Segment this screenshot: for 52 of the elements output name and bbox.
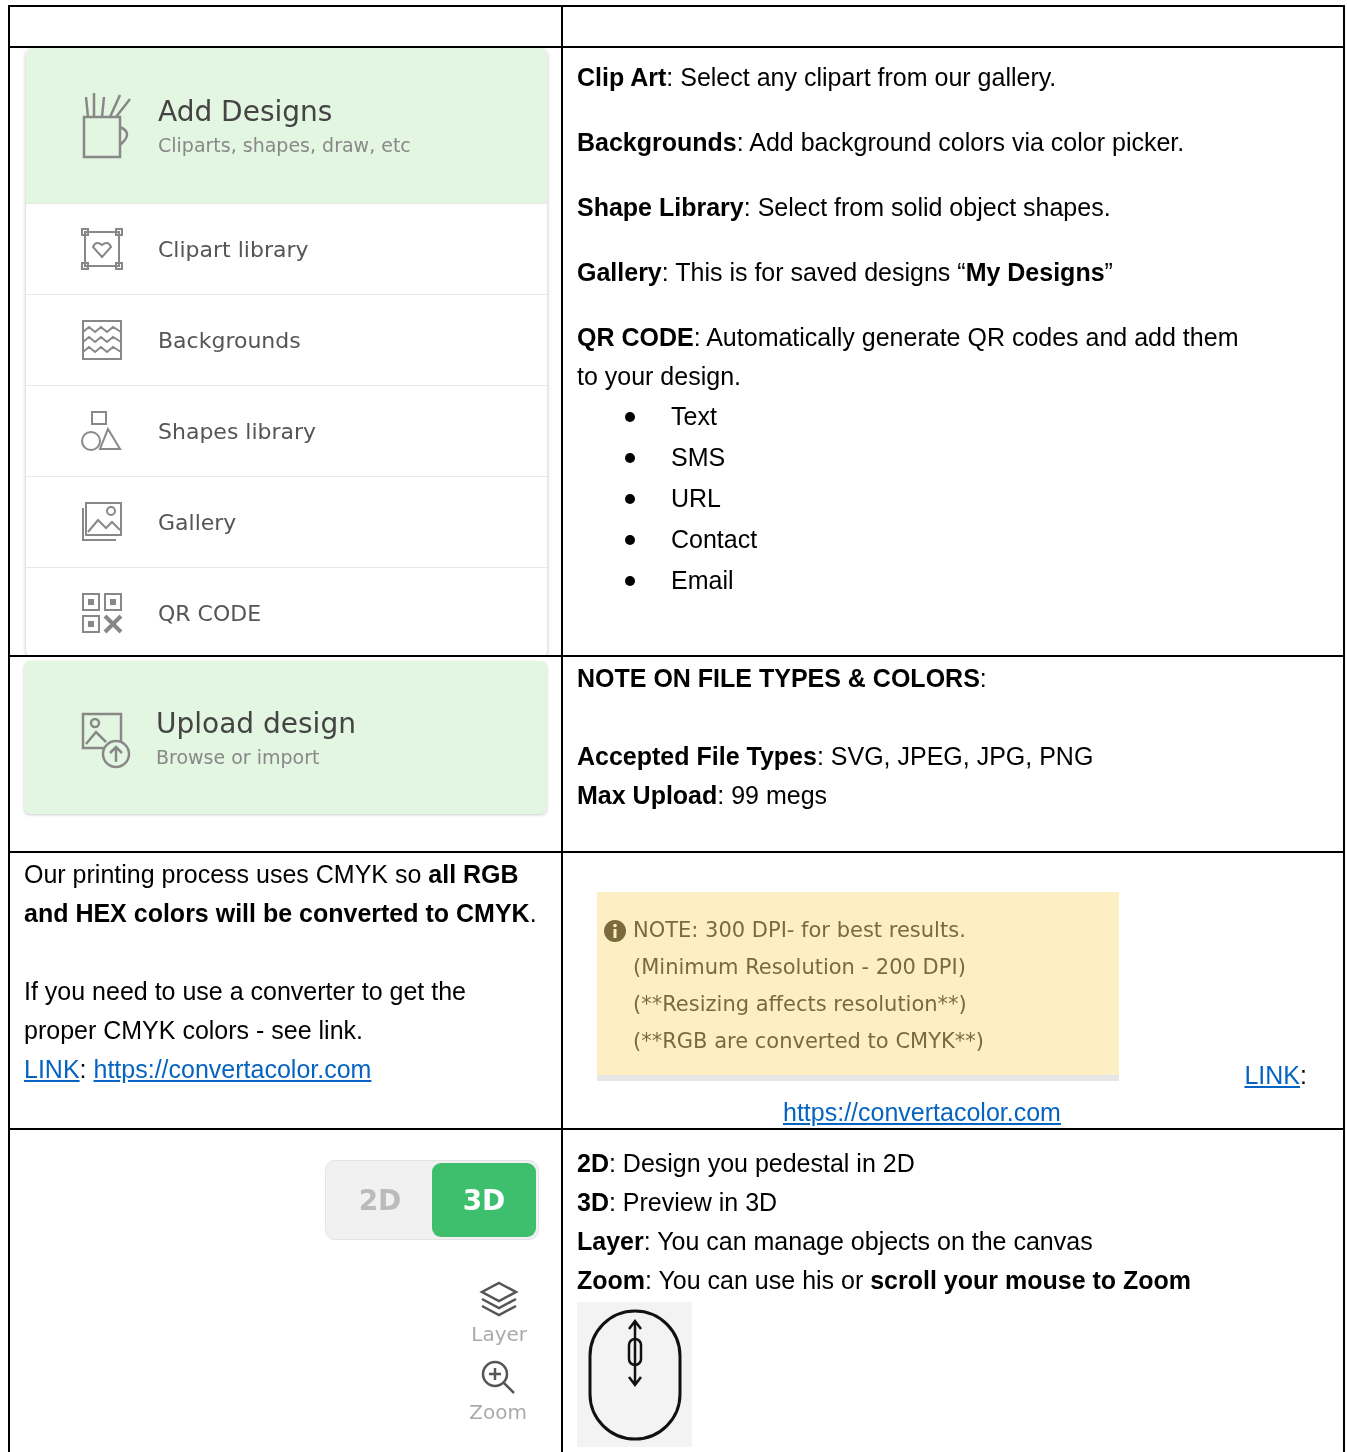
note-line: 2D: Design you pedestal in 2D — [577, 1148, 916, 1179]
url-link[interactable]: https://convertacolor.com — [783, 1098, 1061, 1126]
menu-item[interactable]: Backgrounds — [26, 294, 547, 385]
bullet-text: URL — [671, 483, 721, 514]
upload-design-panel[interactable]: Upload design Browse or import — [24, 661, 547, 814]
add-designs-header[interactable]: Add Designs Cliparts, shapes, draw, etc — [26, 48, 547, 203]
menu-item[interactable]: Gallery — [26, 476, 547, 567]
info-icon — [603, 919, 627, 943]
note-line: Layer: You can manage objects on the canvas — [577, 1226, 1094, 1257]
wave-pattern-icon — [80, 318, 124, 362]
layers-icon — [479, 1280, 520, 1318]
menu-item[interactable]: QR CODE — [26, 567, 547, 655]
separator: : — [79, 1055, 87, 1083]
bullet-text: SMS — [671, 442, 726, 473]
note-line: 3D: Preview in 3D — [577, 1187, 779, 1218]
menu-item[interactable]: Clipart library — [26, 203, 547, 294]
note-paragraph: Our printing process uses CMYK so all RGB and HEX colors will be converted to CMYK. — [24, 859, 537, 929]
picture-icon — [80, 500, 124, 544]
note-line: Zoom: You can use his or scroll your mouse to Zoom — [577, 1265, 1193, 1296]
link[interactable]: LINK — [24, 1055, 80, 1083]
panel-title: Add Designs — [158, 95, 334, 128]
notice-line: (**RGB are converted to CMYK**) — [633, 1028, 984, 1055]
bullet-text: Email — [671, 565, 734, 596]
note-paragraph: Clip Art: Select any clipart from our gallery. — [577, 62, 1058, 93]
notice-line: (Minimum Resolution - 200 DPI) — [633, 954, 967, 981]
bullet-dot — [625, 534, 635, 545]
bullet-dot — [625, 493, 635, 504]
panel-subtitle: Cliparts, shapes, draw, etc — [158, 134, 411, 156]
panel-subtitle: Browse or import — [156, 746, 321, 768]
panel-title: Upload design — [156, 707, 356, 740]
clipart-frame-icon — [80, 227, 124, 271]
note-paragraph: Backgrounds: Add background colors via color picker. — [577, 127, 1186, 158]
notice-line: (**Resizing affects resolution**) — [633, 991, 968, 1018]
note-paragraph: Gallery: This is for saved designs “My Designs” — [577, 257, 1114, 288]
note-paragraph: Shape Library: Select from solid object shapes. — [577, 192, 1112, 223]
bullet-dot — [625, 411, 635, 422]
menu-item[interactable]: Shapes library — [26, 385, 547, 476]
link[interactable]: LINK — [1244, 1061, 1301, 1089]
url-link[interactable]: https://convertacolor.com — [93, 1055, 372, 1083]
note-paragraph: QR CODE: Automatically generate QR codes and add them to your design. — [577, 322, 1240, 392]
bullet-text: Text — [671, 401, 717, 432]
bullet-dot — [625, 452, 635, 463]
note-paragraph: If you need to use a converter to get the proper CMYK colors - see link. — [24, 976, 467, 1046]
separator: : — [1300, 1061, 1307, 1089]
bullet-text: Contact — [671, 524, 758, 555]
note-heading: NOTE ON FILE TYPES & COLORS: — [577, 663, 988, 694]
qr-code-icon — [80, 591, 124, 635]
note-line: Accepted File Types: SVG, JPEG, JPG, PNG — [577, 741, 1095, 772]
notice-line: NOTE: 300 DPI- for best results. — [633, 917, 967, 944]
shapes-icon — [80, 409, 124, 453]
note-line: Max Upload: 99 megs — [577, 780, 829, 811]
bullet-dot — [625, 575, 635, 586]
